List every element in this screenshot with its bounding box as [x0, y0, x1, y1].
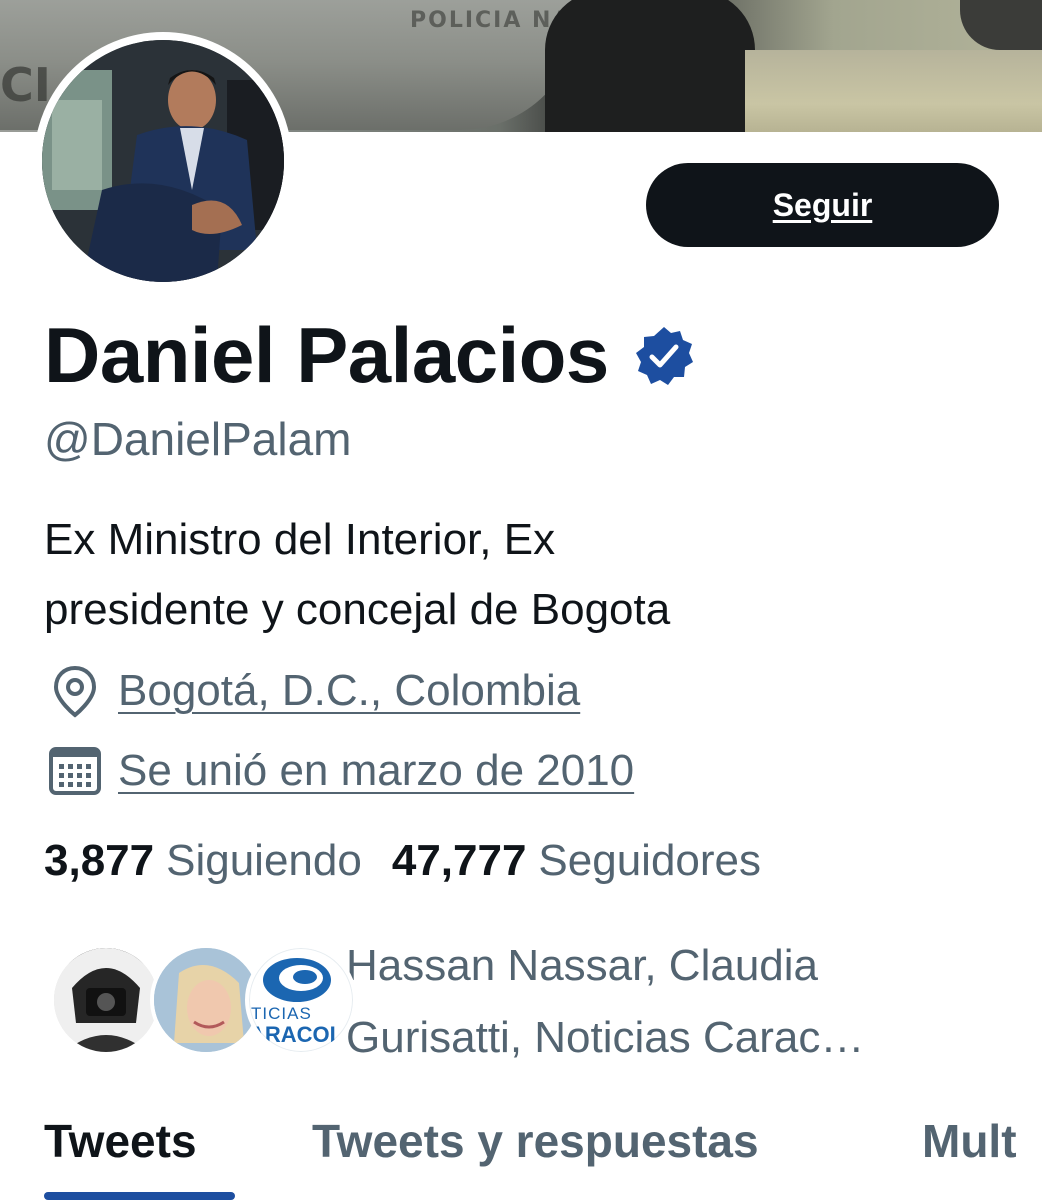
verified-badge-icon	[633, 325, 695, 387]
joined-row: Se unió en marzo de 2010	[44, 740, 634, 802]
following-stat[interactable]: 3,877 Siguiendo	[44, 836, 362, 886]
follower-avatar: TICIAS ARACOL	[245, 944, 357, 1056]
profile-avatar[interactable]	[34, 32, 292, 290]
followers-label: Seguidores	[538, 836, 762, 885]
followers-count: 47,777	[391, 836, 527, 885]
profile-tabs: Tweets Tweets y respuestas Mult	[0, 1100, 1042, 1200]
followed-by-avatars[interactable]: TICIAS ARACOL	[50, 944, 357, 1056]
calendar-icon	[44, 740, 106, 802]
follower-avatar	[50, 944, 162, 1056]
logo-text: ARACOL	[249, 1022, 344, 1047]
following-label: Siguiendo	[166, 836, 362, 885]
tab-tweets[interactable]: Tweets	[44, 1114, 197, 1168]
location-pin-icon	[44, 660, 106, 722]
followed-by-line: Hassan Nassar, Claudia	[346, 941, 819, 990]
banner-text-top: POLICIA NA	[410, 8, 572, 33]
tab-multimedia[interactable]: Mult	[922, 1114, 1017, 1168]
avatar-portrait	[42, 40, 284, 282]
banner-grass	[745, 50, 1042, 132]
followed-by-text[interactable]: Hassan Nassar, Claudia Gurisatti, Notici…	[346, 930, 1006, 1074]
followers-stat[interactable]: 47,777 Seguidores	[392, 836, 761, 886]
bio-line: Ex Ministro del Interior, Ex	[44, 515, 556, 564]
active-tab-indicator	[44, 1192, 235, 1200]
name-row: Daniel Palacios	[44, 310, 695, 401]
banner-text-left: CI	[0, 58, 51, 112]
banner-person	[545, 0, 755, 132]
bio-line: presidente y concejal de Bogota	[44, 585, 671, 634]
joined-date-link[interactable]: Se unió en marzo de 2010	[118, 746, 634, 796]
username-handle: @DanielPalam	[44, 413, 352, 465]
display-name: Daniel Palacios	[44, 311, 609, 399]
followed-by-line: Gurisatti, Noticias Carac…	[346, 1013, 865, 1062]
bio: Ex Ministro del Interior, Ex presidente …	[44, 505, 1004, 645]
location-link[interactable]: Bogotá, D.C., Colombia	[118, 666, 580, 716]
caracol-logo: TICIAS ARACOL	[249, 948, 353, 1052]
profile-stats: 3,877 Siguiendo 47,777 Seguidores	[44, 836, 761, 886]
banner-shadow	[960, 0, 1042, 50]
location-row: Bogotá, D.C., Colombia	[44, 660, 580, 722]
tab-tweets-replies[interactable]: Tweets y respuestas	[312, 1114, 759, 1168]
follow-button[interactable]: Seguir	[646, 163, 999, 247]
logo-text: TICIAS	[251, 1004, 312, 1023]
avatar-photo	[42, 40, 284, 282]
following-count: 3,877	[44, 836, 155, 885]
